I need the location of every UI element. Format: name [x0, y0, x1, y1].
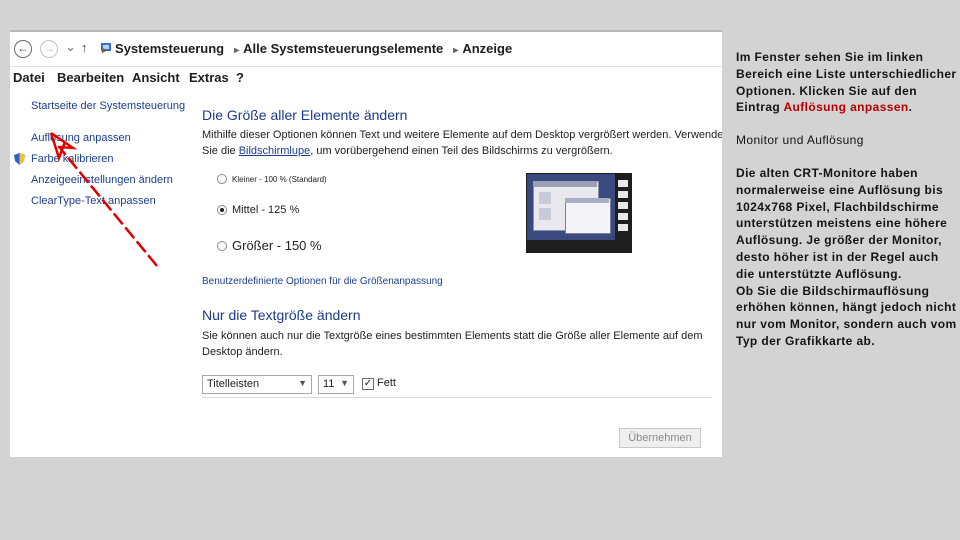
notes-subheading: Monitor und Auflösung	[736, 133, 864, 148]
notes-highlight: Auflösung anpassen	[783, 100, 909, 115]
explanation-text: Im Fenster sehen Sie im linken Bereich e…	[736, 49, 958, 366]
screenshot-window: ← → ⌄ ↑ ▸ Systemsteuerung ▸ Alle Systemsteu…	[10, 30, 722, 457]
notes-paragraph-4: Ob Sie die Bildschirmauflösung erhöhen k…	[736, 283, 957, 348]
notes-paragraph-3: Die alten CRT-Monitore haben normalerwei…	[736, 165, 948, 281]
red-arrow-annotation	[49, 131, 158, 267]
notes-paragraph-1: Im Fenster sehen Sie im linken Bereich e…	[736, 49, 958, 116]
notes-p1-end: .	[908, 100, 913, 115]
